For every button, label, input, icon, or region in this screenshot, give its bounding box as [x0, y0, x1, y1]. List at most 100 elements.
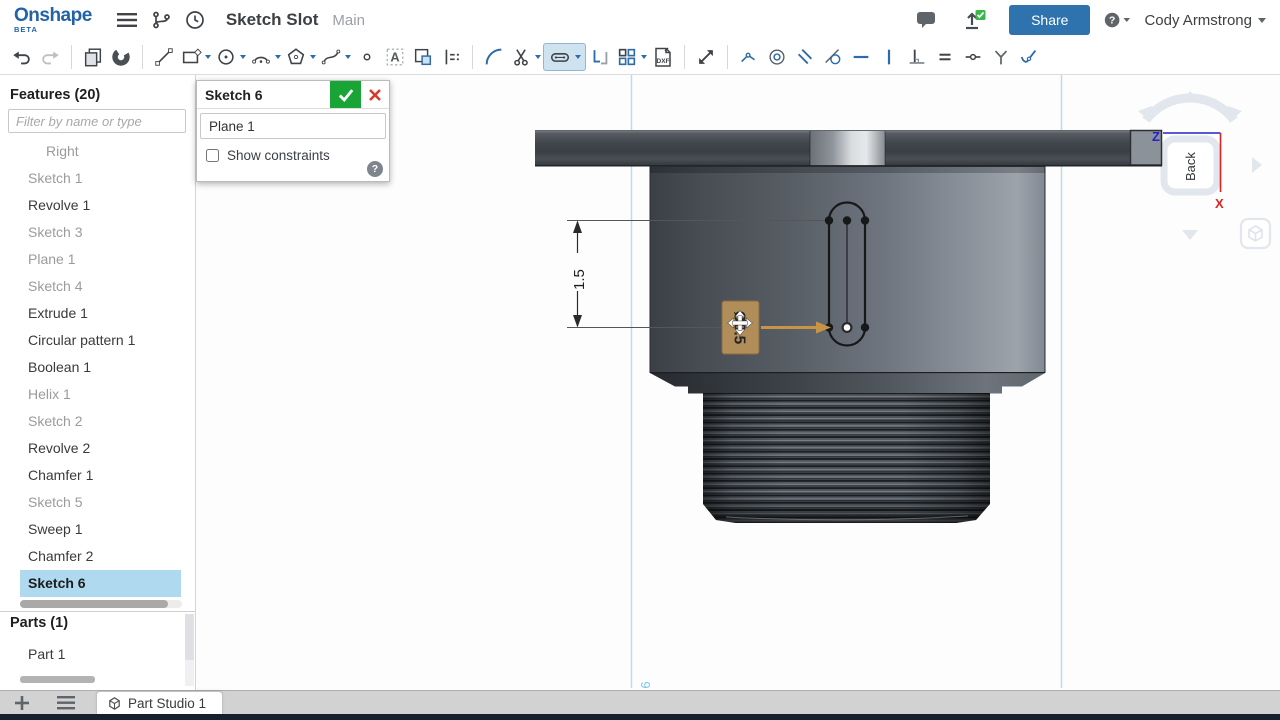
selected-sketch-point[interactable]	[841, 322, 853, 334]
feature-item[interactable]: Sweep 1	[20, 516, 181, 543]
sketch-point[interactable]	[860, 216, 870, 225]
constraint-concentric[interactable]	[763, 43, 791, 71]
transform-tool[interactable]	[692, 43, 720, 71]
constraint-parallel[interactable]	[791, 43, 819, 71]
circle-tool[interactable]	[213, 43, 248, 71]
dropdown-caret-icon[interactable]	[575, 55, 581, 59]
publish-upload-icon[interactable]	[961, 7, 987, 33]
view-right-arrow-icon[interactable]	[1252, 157, 1262, 173]
feature-item[interactable]: Circular pattern 1	[20, 327, 181, 354]
dropdown-caret-icon[interactable]	[275, 55, 281, 59]
offset-tool[interactable]	[586, 43, 614, 71]
view-cube[interactable]: Back	[1138, 91, 1272, 250]
sketch-point[interactable]	[842, 216, 852, 225]
body-chamfer[interactable]	[650, 373, 1045, 387]
feature-item[interactable]: Sketch 1	[20, 165, 181, 192]
cancel-button[interactable]	[361, 81, 389, 108]
onshape-logo[interactable]: Onshape BETA	[14, 6, 92, 34]
rotate-right-arrow-icon[interactable]	[1228, 106, 1242, 122]
tab-manager-button[interactable]	[44, 691, 88, 714]
thread-shoulder[interactable]	[688, 386, 1002, 394]
dropdown-caret-icon[interactable]	[205, 55, 211, 59]
feature-item[interactable]: Sketch 6	[20, 570, 181, 597]
tab-part-studio[interactable]: Part Studio 1	[96, 691, 224, 714]
dropdown-caret-icon[interactable]	[535, 55, 541, 59]
hamburger-menu-icon[interactable]	[114, 7, 140, 33]
feature-filter-input[interactable]	[8, 109, 186, 133]
feature-item[interactable]: Revolve 2	[20, 435, 181, 462]
accept-button[interactable]	[330, 81, 361, 108]
sketch-plane-field[interactable]	[200, 113, 386, 139]
dimension-tool[interactable]	[437, 43, 465, 71]
line-tool[interactable]	[150, 43, 178, 71]
point-tool[interactable]	[353, 43, 381, 71]
arc-tool[interactable]	[248, 43, 283, 71]
constraint-normal[interactable]	[987, 43, 1015, 71]
dropdown-caret-icon[interactable]	[310, 55, 316, 59]
constraint-horizontal[interactable]	[847, 43, 875, 71]
comment-icon[interactable]	[913, 7, 939, 33]
feature-item[interactable]: Chamfer 1	[20, 462, 181, 489]
pattern-tool[interactable]	[614, 43, 649, 71]
feature-item[interactable]: Boolean 1	[20, 354, 181, 381]
parts-hscrollbar-thumb[interactable]	[20, 676, 95, 683]
share-button[interactable]: Share	[1009, 5, 1091, 35]
feature-item[interactable]: Chamfer 2	[20, 543, 181, 570]
threads[interactable]	[703, 393, 990, 523]
view-down-arrow-icon[interactable]	[1182, 230, 1198, 240]
show-constraints-checkbox[interactable]	[206, 149, 219, 162]
dropdown-caret-icon[interactable]	[345, 55, 351, 59]
sheets-icon[interactable]	[79, 43, 107, 71]
axis-x-label: X	[1215, 196, 1224, 211]
vertical-dimension[interactable]: 1.5	[571, 220, 588, 328]
trim-tool[interactable]	[508, 43, 543, 71]
sketch-point[interactable]	[860, 323, 870, 332]
user-menu[interactable]: Cody Armstrong	[1144, 12, 1266, 29]
feature-item[interactable]: Plane 1	[20, 246, 181, 273]
part-item[interactable]: Part 1	[28, 646, 65, 662]
workspace-name[interactable]: Main	[332, 12, 365, 29]
feature-item[interactable]: Extrude 1	[20, 300, 181, 327]
undo-button[interactable]	[8, 43, 36, 71]
constraint-tangent[interactable]	[819, 43, 847, 71]
feature-item[interactable]: Sketch 2	[20, 408, 181, 435]
polygon-tool[interactable]	[283, 43, 318, 71]
text-tool[interactable]: A	[381, 43, 409, 71]
rotate-arc-icon[interactable]	[1142, 93, 1238, 123]
help-menu-button[interactable]: ?	[1104, 7, 1131, 33]
parts-vscrollbar-track[interactable]	[185, 614, 194, 686]
import-dxf-tool[interactable]: DXF	[649, 43, 677, 71]
features-hscrollbar-track[interactable]	[20, 600, 182, 608]
feature-item[interactable]: Sketch 4	[20, 273, 181, 300]
vertical-dimension-value[interactable]: 1.5	[571, 269, 588, 290]
add-tab-button[interactable]	[0, 691, 44, 714]
constraint-equal[interactable]	[931, 43, 959, 71]
parts-vscrollbar-thumb[interactable]	[185, 614, 194, 660]
spline-tool[interactable]	[318, 43, 353, 71]
history-clock-icon[interactable]	[182, 7, 208, 33]
use-project-tool[interactable]	[409, 43, 437, 71]
sketch-point[interactable]	[824, 216, 834, 225]
feature-item[interactable]: Right	[20, 138, 181, 165]
dialog-help-icon[interactable]: ?	[367, 161, 383, 177]
feature-item[interactable]: Helix 1	[20, 381, 181, 408]
feature-item[interactable]: Sketch 5	[20, 489, 181, 516]
rectangle-tool[interactable]	[178, 43, 213, 71]
fillet-tool[interactable]	[480, 43, 508, 71]
flange-highlight-face[interactable]	[810, 130, 885, 166]
redo-button[interactable]	[36, 43, 64, 71]
rotate-left-arrow-icon[interactable]	[1138, 106, 1152, 122]
slot-tool[interactable]	[543, 43, 586, 71]
c-ring-icon[interactable]	[107, 43, 135, 71]
dropdown-caret-icon[interactable]	[240, 55, 246, 59]
constraint-vertical[interactable]	[875, 43, 903, 71]
features-hscrollbar-thumb[interactable]	[20, 600, 168, 608]
feature-item[interactable]: Sketch 3	[20, 219, 181, 246]
versions-branch-icon[interactable]	[148, 7, 174, 33]
constraint-midpoint[interactable]	[959, 43, 987, 71]
constraint-perpendicular[interactable]	[903, 43, 931, 71]
feature-item[interactable]: Revolve 1	[20, 192, 181, 219]
dropdown-caret-icon[interactable]	[641, 55, 647, 59]
constraint-coincident[interactable]	[735, 43, 763, 71]
constraint-pierce[interactable]	[1015, 43, 1043, 71]
